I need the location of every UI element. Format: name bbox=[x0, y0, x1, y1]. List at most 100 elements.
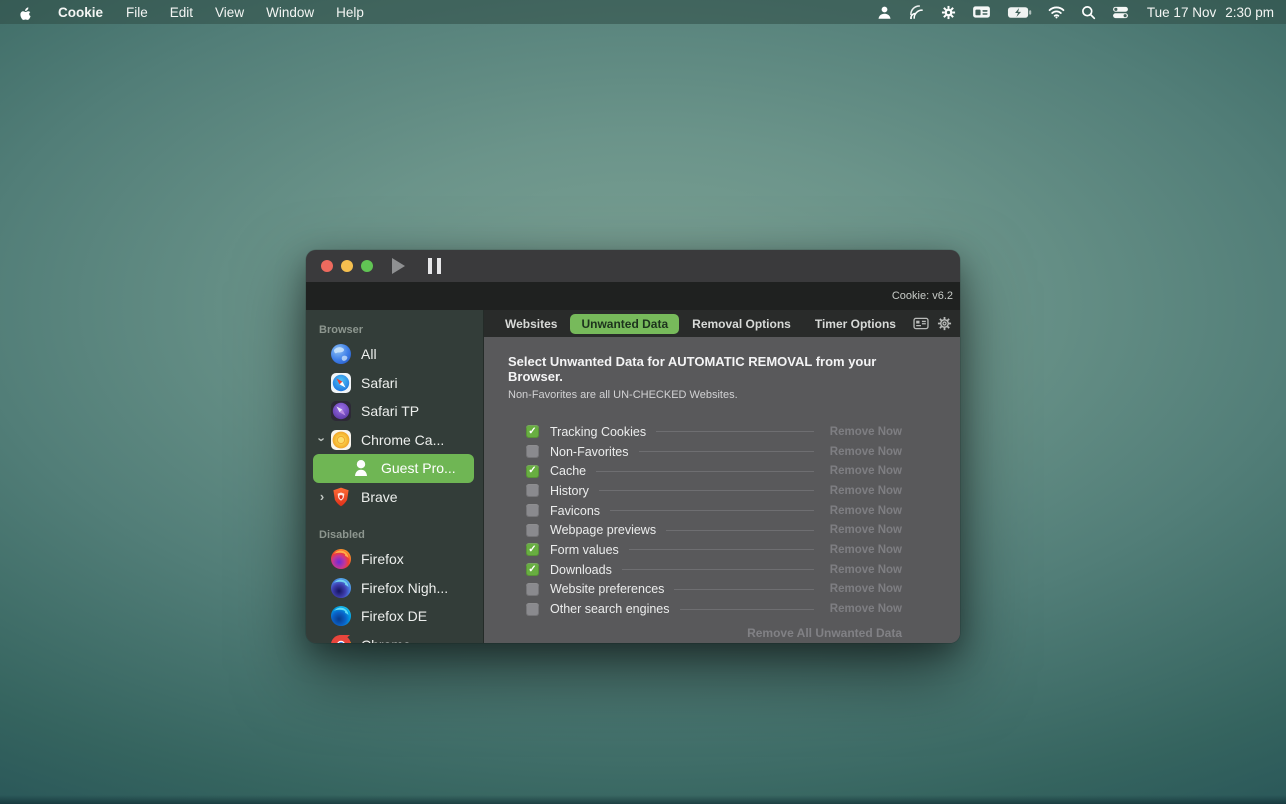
menu-view[interactable]: View bbox=[204, 5, 255, 20]
remove-now-button[interactable]: Remove Now bbox=[824, 524, 902, 536]
sidebar-item-firefox-nightly[interactable]: Firefox Nigh... bbox=[306, 574, 483, 603]
data-row-tracking-cookies: Tracking Cookies Remove Now bbox=[526, 422, 902, 442]
row-separator-line bbox=[680, 609, 814, 610]
now-playing-icon[interactable] bbox=[964, 0, 999, 24]
sidebar-item-chrome-partial[interactable]: Chrome bbox=[306, 631, 483, 644]
sidebar-item-safari-tp[interactable]: Safari TP bbox=[306, 397, 483, 426]
checkbox[interactable] bbox=[526, 543, 539, 556]
data-row-non-favorites: Non-Favorites Remove Now bbox=[526, 442, 902, 462]
sidebar-item-label: Brave bbox=[361, 489, 398, 505]
row-separator-line bbox=[639, 451, 815, 452]
menubar: Cookie File Edit View Window Help bbox=[0, 0, 1286, 24]
pause-icon[interactable] bbox=[428, 258, 441, 274]
chevron-expanded-icon[interactable]: › bbox=[315, 434, 330, 446]
data-row-other-search-engines: Other search engines Remove Now bbox=[526, 599, 902, 619]
sidebar-item-label: Safari TP bbox=[361, 403, 419, 419]
row-label: History bbox=[550, 484, 589, 498]
menubar-clock[interactable]: Tue 17 Nov 2:30 pm bbox=[1137, 5, 1274, 20]
remove-now-button[interactable]: Remove Now bbox=[824, 603, 902, 615]
browser-sidebar: Browser All Safari Safari TP bbox=[306, 310, 484, 643]
sidebar-item-chrome-canary[interactable]: › Chrome Ca... bbox=[306, 426, 483, 455]
tab-unwanted-data[interactable]: Unwanted Data bbox=[570, 314, 679, 334]
version-strip: Cookie: v6.2 bbox=[306, 282, 960, 310]
row-separator-line bbox=[622, 569, 814, 570]
signal-waves-icon[interactable] bbox=[900, 0, 933, 24]
play-icon[interactable] bbox=[392, 258, 405, 274]
menu-edit[interactable]: Edit bbox=[159, 5, 204, 20]
chevron-collapsed-icon[interactable]: › bbox=[316, 489, 328, 504]
row-label: Non-Favorites bbox=[550, 445, 629, 459]
checkbox[interactable] bbox=[526, 583, 539, 596]
sidebar-item-label: Firefox bbox=[361, 551, 404, 567]
remove-now-button[interactable]: Remove Now bbox=[824, 426, 902, 438]
remove-now-button[interactable]: Remove Now bbox=[824, 446, 902, 458]
menu-window[interactable]: Window bbox=[255, 5, 325, 20]
safari-tp-icon bbox=[330, 400, 352, 422]
tab-websites[interactable]: Websites bbox=[494, 314, 568, 334]
menu-app-name[interactable]: Cookie bbox=[46, 5, 115, 20]
sidebar-item-label: Safari bbox=[361, 375, 398, 391]
zoom-button[interactable] bbox=[361, 260, 373, 272]
data-row-history: History Remove Now bbox=[526, 481, 902, 501]
checkbox[interactable] bbox=[526, 563, 539, 576]
window-titlebar[interactable] bbox=[306, 250, 960, 282]
unwanted-data-list: Tracking Cookies Remove Now Non-Favorite… bbox=[508, 422, 902, 619]
tab-removal-options[interactable]: Removal Options bbox=[681, 314, 802, 334]
checkbox[interactable] bbox=[526, 445, 539, 458]
menu-help[interactable]: Help bbox=[325, 5, 375, 20]
data-row-cache: Cache Remove Now bbox=[526, 461, 902, 481]
sidebar-item-label: Firefox DE bbox=[361, 608, 427, 624]
sidebar-item-guest-profile[interactable]: Guest Pro... bbox=[313, 454, 474, 483]
sidebar-item-safari[interactable]: Safari bbox=[306, 369, 483, 398]
remove-now-button[interactable]: Remove Now bbox=[824, 583, 902, 595]
clock-time: 2:30 pm bbox=[1225, 5, 1274, 20]
battery-charging-icon[interactable] bbox=[999, 0, 1040, 24]
remove-now-button[interactable]: Remove Now bbox=[824, 564, 902, 576]
remove-now-button[interactable]: Remove Now bbox=[824, 505, 902, 517]
sidebar-item-firefox-de[interactable]: Firefox DE bbox=[306, 602, 483, 631]
gear-icon[interactable] bbox=[933, 0, 964, 24]
minimize-button[interactable] bbox=[341, 260, 353, 272]
globe-icon bbox=[330, 343, 352, 365]
remove-now-button[interactable]: Remove Now bbox=[824, 544, 902, 556]
sidebar-section-disabled: Disabled bbox=[306, 526, 483, 545]
brave-icon bbox=[330, 486, 352, 508]
remove-now-button[interactable]: Remove Now bbox=[824, 485, 902, 497]
list-view-icon[interactable] bbox=[913, 317, 929, 330]
data-row-downloads: Downloads Remove Now bbox=[526, 560, 902, 580]
close-button[interactable] bbox=[321, 260, 333, 272]
panel-subheading: Non-Favorites are all UN-CHECKED Website… bbox=[508, 389, 902, 401]
row-label: Cache bbox=[550, 464, 586, 478]
sidebar-item-all[interactable]: All bbox=[306, 340, 483, 369]
checkbox[interactable] bbox=[526, 504, 539, 517]
main-panel: Websites Unwanted Data Removal Options T… bbox=[484, 310, 960, 643]
checkbox[interactable] bbox=[526, 425, 539, 438]
wifi-icon[interactable] bbox=[1040, 0, 1073, 24]
row-separator-line bbox=[599, 490, 814, 491]
menubar-status-area: Tue 17 Nov 2:30 pm bbox=[869, 0, 1286, 24]
checkbox[interactable] bbox=[526, 484, 539, 497]
checkbox[interactable] bbox=[526, 465, 539, 478]
data-row-website-preferences: Website preferences Remove Now bbox=[526, 580, 902, 600]
checkbox[interactable] bbox=[526, 524, 539, 537]
settings-gear-icon[interactable] bbox=[937, 316, 952, 331]
sidebar-item-brave[interactable]: › Brave bbox=[306, 483, 483, 512]
remove-all-unwanted-data-button[interactable]: Remove All Unwanted Data bbox=[508, 626, 902, 640]
chrome-icon bbox=[330, 634, 352, 643]
sidebar-item-firefox[interactable]: Firefox bbox=[306, 545, 483, 574]
firefox-de-icon bbox=[330, 605, 352, 627]
control-center-icon[interactable] bbox=[1104, 0, 1137, 24]
data-row-form-values: Form values Remove Now bbox=[526, 540, 902, 560]
remove-now-button[interactable]: Remove Now bbox=[824, 465, 902, 477]
cookie-app-window: Cookie: v6.2 Browser All Safari bbox=[306, 250, 960, 643]
search-icon[interactable] bbox=[1073, 0, 1104, 24]
tab-timer-options[interactable]: Timer Options bbox=[804, 314, 907, 334]
checkbox[interactable] bbox=[526, 603, 539, 616]
safari-icon bbox=[330, 372, 352, 394]
row-label: Favicons bbox=[550, 504, 600, 518]
apple-menu[interactable] bbox=[0, 5, 46, 20]
apple-icon bbox=[19, 5, 32, 20]
row-label: Website preferences bbox=[550, 582, 664, 596]
menu-file[interactable]: File bbox=[115, 5, 159, 20]
user-icon[interactable] bbox=[869, 0, 900, 24]
